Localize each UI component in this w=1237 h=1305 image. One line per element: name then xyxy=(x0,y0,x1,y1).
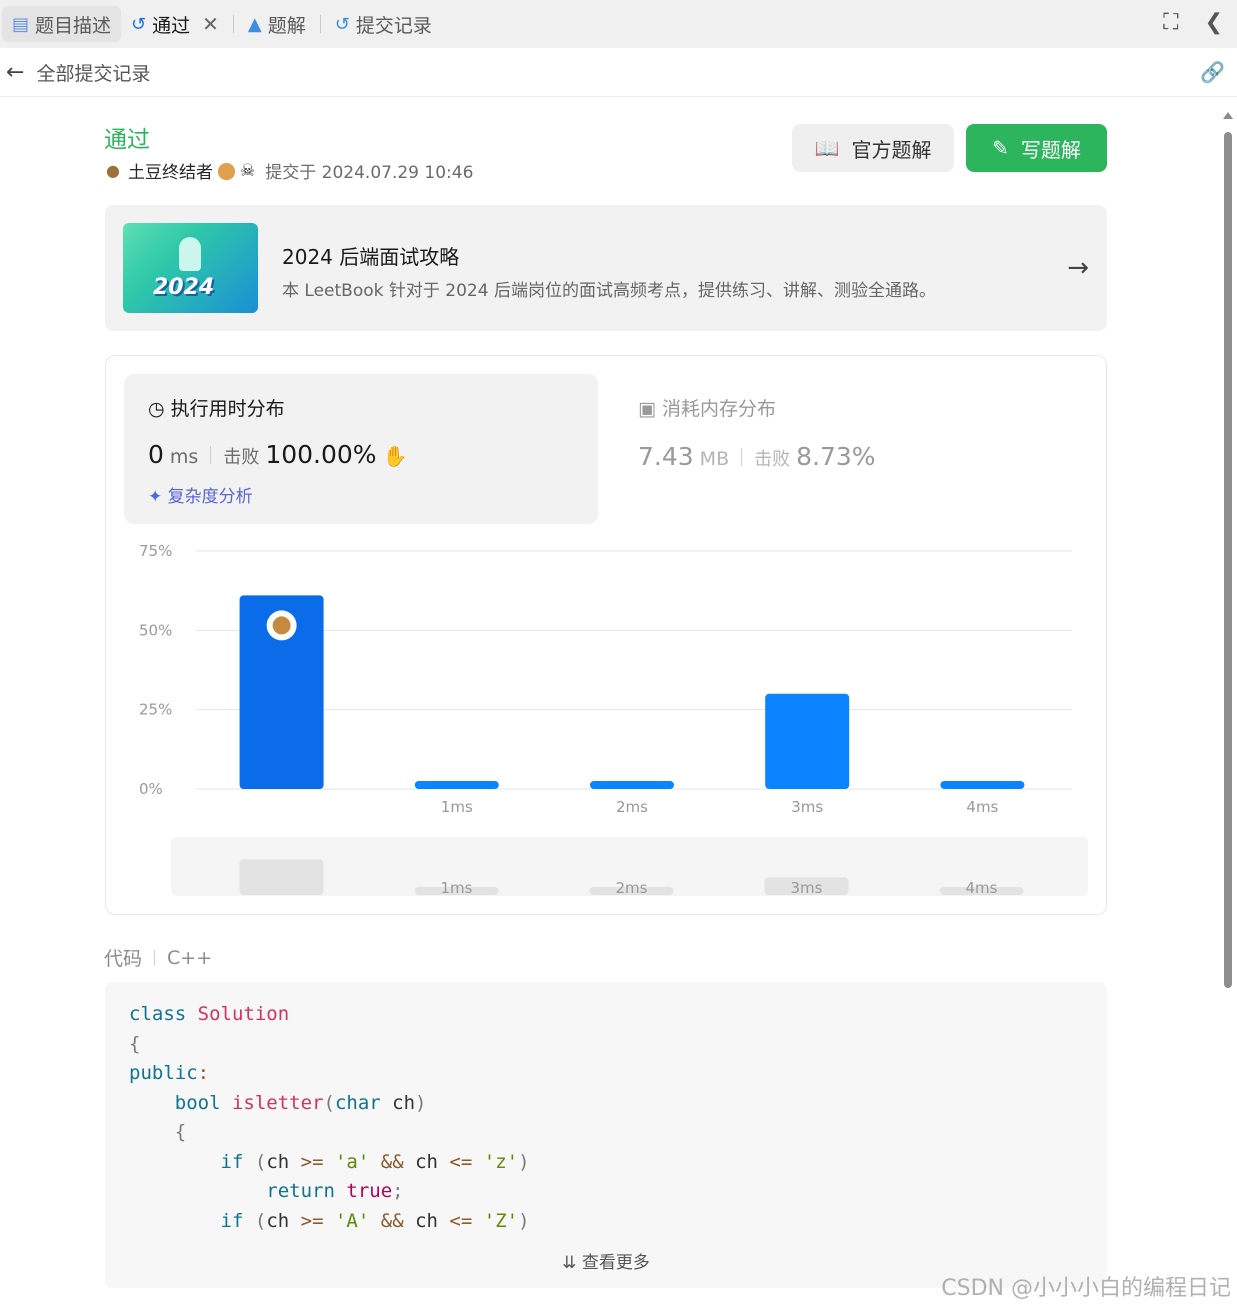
link-icon[interactable]: 🔗 xyxy=(1200,60,1225,84)
code-label: 代码 xyxy=(104,948,143,970)
divider xyxy=(319,15,321,33)
x-tick-label: 4ms xyxy=(966,798,998,816)
tab-solutions[interactable]: ▲ 题解 xyxy=(238,6,316,42)
tab-label: 提交记录 xyxy=(355,14,432,37)
code-language: C++ xyxy=(167,946,213,969)
write-solution-label: 写题解 xyxy=(1020,137,1081,162)
y-tick-label: 75% xyxy=(139,542,172,560)
clap-icon: ✋ xyxy=(382,444,408,468)
chart-bar[interactable] xyxy=(414,781,499,789)
y-tick-label: 0% xyxy=(139,780,163,798)
clock-icon: ◷ xyxy=(148,398,165,420)
submission-status: 通过 xyxy=(104,127,150,153)
complexity-analysis-link[interactable]: ✦ 复杂度分析 xyxy=(148,482,253,507)
overview-tick-label: 4ms xyxy=(966,879,998,897)
history-icon: ↺ xyxy=(334,13,350,35)
runtime-value: 0 ms 击败 100.00% ✋ xyxy=(148,440,407,469)
runtime-distribution-chart[interactable]: 75% 50% 25% 0% 1ms 2ms 3ms 4ms 1ms 2ms 3ms 4ms xyxy=(106,526,1106,916)
runtime-heading: ◷ 执行用时分布 xyxy=(148,398,285,420)
user-marker-icon xyxy=(272,616,291,635)
chart-bar[interactable] xyxy=(590,781,674,789)
arrow-right-icon[interactable]: → xyxy=(1067,253,1089,283)
close-icon[interactable]: ✕ xyxy=(202,12,219,36)
book-icon: 📖 xyxy=(814,136,840,160)
tab-label: 通过 xyxy=(152,14,191,37)
fullscreen-icon[interactable]: ⛶ xyxy=(1163,10,1178,35)
runtime-number: 0 xyxy=(148,440,164,469)
chart-bar[interactable] xyxy=(765,693,850,789)
avatar[interactable]: ● xyxy=(106,161,120,180)
source-code: class Solution { public: bool isletter(c… xyxy=(129,1003,530,1232)
overview-tick-label: 3ms xyxy=(791,879,823,897)
divider xyxy=(232,15,234,33)
user-name[interactable]: 土豆终结者 xyxy=(128,158,213,183)
overview-tick-label: 1ms xyxy=(441,879,473,897)
x-tick-label: 2ms xyxy=(616,798,648,816)
chip-icon: ▣ xyxy=(638,398,656,420)
write-solution-button[interactable]: ✎ 写题解 xyxy=(966,124,1107,172)
official-solution-button[interactable]: 📖 官方题解 xyxy=(792,124,954,172)
code-header: 代码 C++ xyxy=(104,944,212,971)
memory-number: 7.43 xyxy=(638,442,694,471)
scroll-up-icon[interactable] xyxy=(1223,112,1233,119)
memory-heading[interactable]: ▣ 消耗内存分布 xyxy=(638,394,776,421)
overview-tick-label: 2ms xyxy=(616,879,648,897)
submission-nav: ← 全部提交记录 🔗 xyxy=(0,48,1237,97)
tab-accepted[interactable]: ↺ 通过 ✕ xyxy=(121,6,229,42)
all-submissions-link[interactable]: 全部提交记录 xyxy=(36,59,150,86)
beat-label: 击败 xyxy=(223,447,260,468)
chevron-down-icon: ⇊ xyxy=(562,1253,577,1273)
memory-value: 7.43 MB 击败 8.73% xyxy=(638,442,876,471)
chevron-left-icon[interactable]: ❮ xyxy=(1205,10,1223,35)
y-tick-label: 25% xyxy=(139,701,172,719)
tab-label: 题目描述 xyxy=(35,14,112,37)
cover-year: 2024 xyxy=(153,275,215,300)
skull-badge-icon: ☠ xyxy=(240,160,256,181)
overview-bar xyxy=(239,859,324,895)
runtime-beat: 100.00% xyxy=(265,440,377,469)
memory-beat: 8.73% xyxy=(796,442,876,471)
history-icon: ↺ xyxy=(131,13,147,35)
code-block[interactable]: class Solution { public: bool isletter(c… xyxy=(105,982,1107,1288)
tab-label: 题解 xyxy=(267,14,306,37)
scrollbar[interactable] xyxy=(1223,112,1233,1304)
official-solution-label: 官方题解 xyxy=(851,137,932,162)
arrow-left-icon[interactable]: ← xyxy=(6,60,24,85)
leetbook-cover-image: 2024 xyxy=(123,223,258,313)
flask-icon: ▲ xyxy=(247,13,262,35)
banner-subtitle: 本 LeetBook 针对于 2024 后端岗位的面试高频考点，提供练习、讲解、… xyxy=(282,281,936,301)
beat-label: 击败 xyxy=(754,449,791,470)
leetbook-banner[interactable]: 2024 2024 后端面试攻略 本 LeetBook 针对于 2024 后端岗… xyxy=(105,205,1107,331)
banner-title: 2024 后端面试攻略 xyxy=(282,245,460,269)
x-tick-label: 1ms xyxy=(441,798,473,816)
rocket-icon xyxy=(179,237,201,271)
document-icon: ▤ xyxy=(12,13,30,35)
y-tick-label: 50% xyxy=(139,621,172,639)
submit-time: 提交于 2024.07.29 10:46 xyxy=(265,163,474,183)
edit-icon: ✎ xyxy=(992,136,1009,160)
runtime-panel[interactable]: ◷ 执行用时分布 0 ms 击败 100.00% ✋ ✦ 复杂度分析 xyxy=(124,374,598,524)
watermark: CSDN @小小小白的编程日记 xyxy=(941,1276,1231,1301)
tab-submissions[interactable]: ↺ 提交记录 xyxy=(325,6,442,42)
runtime-unit: ms xyxy=(169,446,199,468)
sparkle-icon: ✦ xyxy=(148,487,163,507)
scrollbar-thumb[interactable] xyxy=(1224,132,1232,988)
chart-bar[interactable] xyxy=(940,781,1025,789)
stats-card: ◷ 执行用时分布 0 ms 击败 100.00% ✋ ✦ 复杂度分析 ▣ 消耗内… xyxy=(105,355,1107,915)
tab-description[interactable]: ▤ 题目描述 xyxy=(2,6,122,42)
potato-badge-icon: ⬤ xyxy=(216,160,236,181)
x-tick-label: 3ms xyxy=(791,798,823,816)
submission-meta: ● 土豆终结者 ⬤ ☠ 提交于 2024.07.29 10:46 xyxy=(106,158,474,184)
tab-bar: ▤ 题目描述 ↺ 通过 ✕ ▲ 题解 ↺ 提交记录 ⛶ ❮ xyxy=(0,0,1237,48)
memory-unit: MB xyxy=(699,448,730,470)
